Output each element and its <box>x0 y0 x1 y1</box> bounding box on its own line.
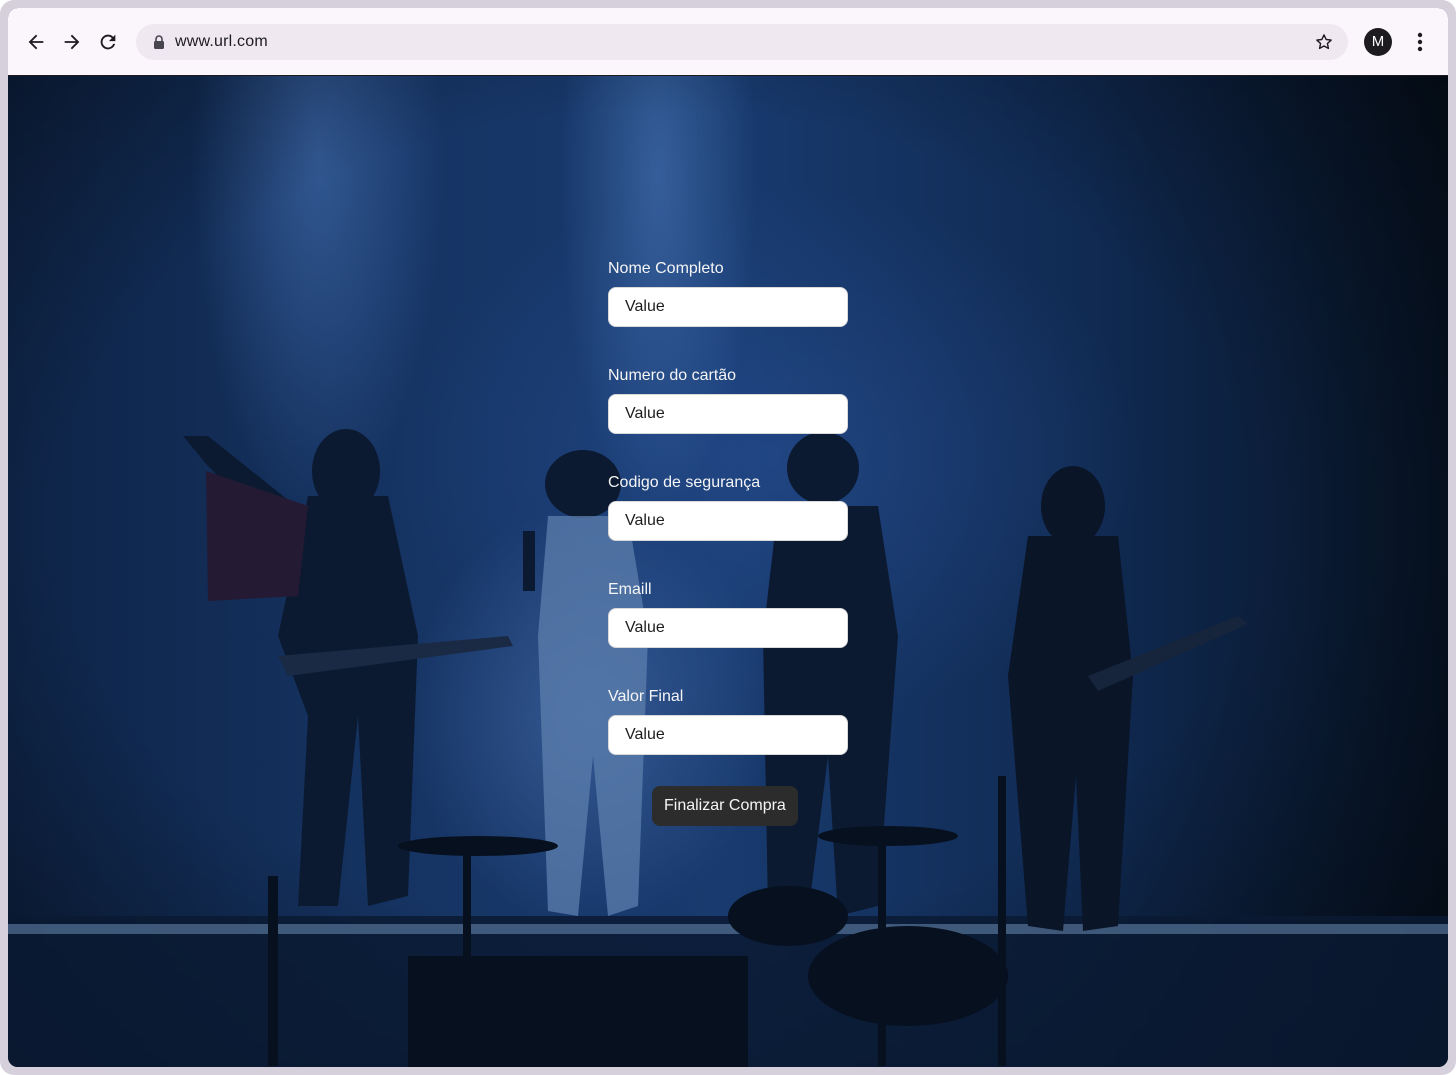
lock-icon <box>154 35 164 49</box>
arrow-right-icon <box>64 34 80 50</box>
numero-cartao-input[interactable] <box>608 394 848 434</box>
more-vertical-icon <box>1417 32 1423 52</box>
concert-background-image <box>8 76 1448 1067</box>
browser-toolbar: www.url.com M <box>8 8 1448 76</box>
finalizar-compra-button[interactable]: Finalizar Compra <box>652 786 798 826</box>
back-button[interactable] <box>20 26 52 58</box>
forward-button[interactable] <box>56 26 88 58</box>
arrow-left-icon <box>28 34 44 50</box>
field-label-valor-final: Valor Final <box>608 688 684 705</box>
device-frame: www.url.com M Nome Completo Value Numero… <box>0 0 1456 1075</box>
browser-window: www.url.com M Nome Completo Value Numero… <box>8 8 1448 1067</box>
field-label-codigo-seguranca: Codigo de segurança <box>608 474 761 491</box>
address-bar[interactable]: www.url.com <box>136 24 1348 60</box>
profile-avatar[interactable]: M <box>1364 28 1392 56</box>
reload-button[interactable] <box>92 26 124 58</box>
star-icon[interactable] <box>1314 32 1334 52</box>
valor-final-input[interactable] <box>608 715 848 755</box>
codigo-seguranca-input[interactable] <box>608 501 848 541</box>
field-label-nome-completo: Nome Completo <box>608 260 724 277</box>
field-label-numero-cartao: Numero do cartão <box>608 367 737 384</box>
reload-icon <box>100 34 116 50</box>
field-label-email: Emaill <box>608 581 652 598</box>
nome-completo-input[interactable] <box>608 287 848 327</box>
url-text: www.url.com <box>175 33 268 50</box>
email-input[interactable] <box>608 608 848 648</box>
browser-menu-button[interactable] <box>1408 28 1432 56</box>
page-content: Nome Completo Numero do cartão Codigo de… <box>8 76 1448 1067</box>
